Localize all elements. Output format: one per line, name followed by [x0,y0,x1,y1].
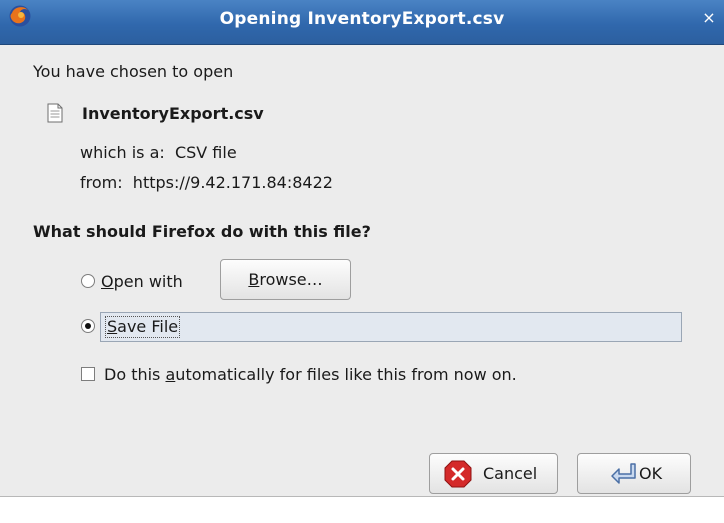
cancel-label: Cancel [483,464,538,483]
auto-mnemonic: a [165,365,176,384]
ok-label: OK [639,464,663,483]
open-with-label-rest: pen with [113,272,183,291]
browse-button[interactable]: Browse… [220,259,351,300]
open-with-label[interactable]: Open with [101,272,183,291]
browse-mnemonic: B [248,270,260,289]
save-file-label[interactable]: Save File [105,316,181,338]
action-question: What should Firefox do with this file? [33,222,371,241]
close-icon[interactable]: × [700,9,718,27]
open-with-mnemonic: O [101,272,114,291]
file-source-value: https://9.42.171.84:8422 [132,173,333,192]
title-bar[interactable]: Opening InventoryExport.csv × [0,0,724,45]
ok-button[interactable]: OK [577,453,691,494]
auto-label-after: utomatically for files like this from no… [175,365,517,384]
radio-selected-dot [85,323,91,329]
open-with-radio[interactable] [81,274,95,288]
cancel-button[interactable]: Cancel [429,453,558,494]
file-type-label: which is a: [80,143,165,162]
file-source-label: from: [80,173,123,192]
intro-text: You have chosen to open [33,62,234,81]
document-icon [47,103,63,123]
browse-label-rest: rowse… [259,270,323,289]
file-type-value: CSV file [174,143,237,162]
cancel-icon [444,460,472,488]
auto-action-checkbox[interactable] [81,367,95,381]
download-dialog: Opening InventoryExport.csv × You have c… [0,0,724,497]
file-source-row: from: https://9.42.171.84:8422 [80,173,333,192]
save-file-mnemonic: S [107,317,118,336]
save-file-option[interactable]: Save File [100,312,682,342]
file-type-row: which is a: CSV file [80,143,237,162]
save-file-radio[interactable] [81,319,95,333]
auto-action-label[interactable]: Do this automatically for files like thi… [104,365,517,384]
auto-label-before: Do this [104,365,166,384]
save-file-label-rest: ave File [117,317,179,336]
file-name: InventoryExport.csv [82,104,264,123]
window-title: Opening InventoryExport.csv [219,9,505,29]
ok-arrow-icon [611,463,636,484]
